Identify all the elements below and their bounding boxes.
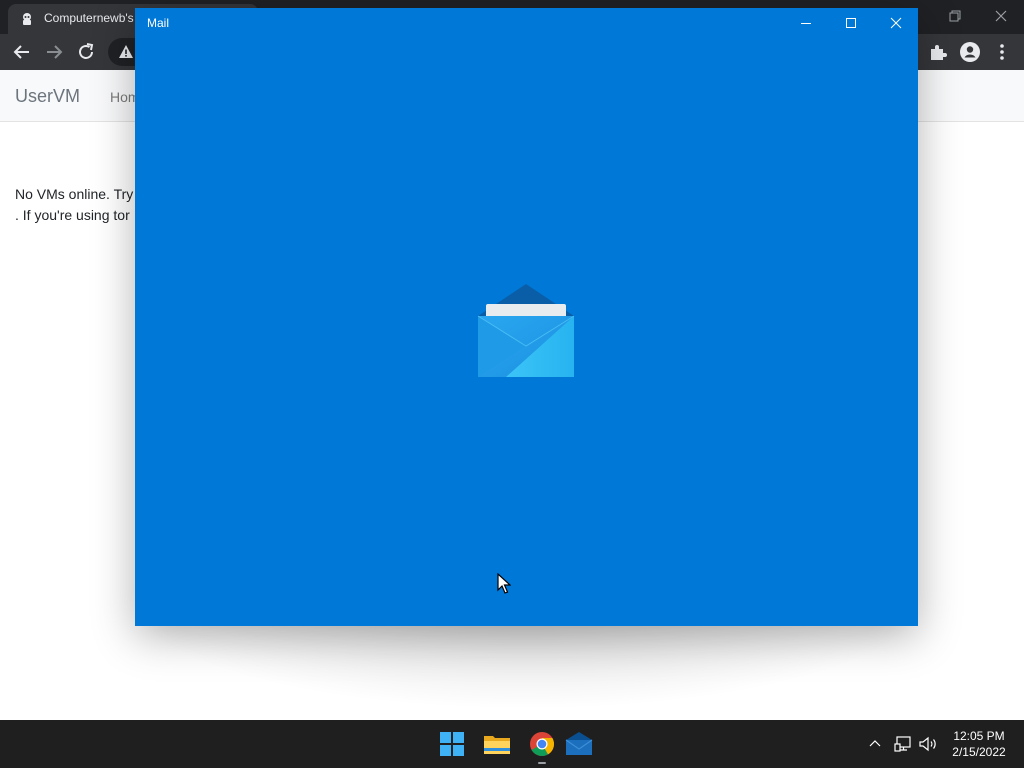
message-line-2: . If you're using tor [15, 207, 130, 223]
windows-start-icon[interactable] [436, 728, 468, 760]
reload-icon[interactable] [74, 40, 98, 64]
mail-icon[interactable] [563, 728, 595, 760]
site-message: No VMs online. Try . If you're using tor [15, 184, 133, 226]
minimize-icon [801, 23, 811, 24]
site-favicon-icon [23, 13, 31, 25]
file-explorer-icon[interactable] [481, 728, 513, 760]
close-icon [995, 10, 1007, 22]
taskbar: 12:05 PM 2/15/2022 [0, 720, 1024, 768]
chrome-icon[interactable] [526, 728, 558, 760]
maximize-icon [846, 18, 856, 28]
tab-title: Computernewb's [44, 11, 134, 25]
forward-arrow-icon[interactable] [42, 40, 66, 64]
browser-close-button[interactable] [978, 4, 1024, 28]
extensions-icon[interactable] [926, 40, 950, 64]
mail-window: Mail [135, 8, 918, 626]
warning-icon[interactable] [118, 44, 134, 60]
volume-icon[interactable] [918, 735, 938, 753]
system-clock[interactable]: 12:05 PM 2/15/2022 [944, 728, 1014, 760]
window-title: Mail [147, 16, 170, 30]
chevron-up-icon[interactable] [868, 736, 882, 750]
mouse-cursor-icon [497, 573, 511, 594]
message-line-1: No VMs online. Try [15, 186, 134, 202]
site-brand[interactable]: UserVM [15, 86, 80, 107]
close-button[interactable] [873, 8, 918, 38]
network-icon[interactable] [894, 735, 912, 753]
chrome-running-indicator [538, 762, 546, 764]
profile-icon[interactable] [958, 40, 982, 64]
minimize-button[interactable] [783, 8, 828, 38]
clock-time: 12:05 PM [953, 729, 1005, 743]
mail-envelope-icon [477, 284, 575, 377]
more-menu-icon[interactable] [990, 40, 1014, 64]
maximize-button[interactable] [828, 8, 873, 38]
browser-restore-button[interactable] [932, 4, 978, 28]
close-icon [890, 17, 902, 29]
clock-date: 2/15/2022 [952, 745, 1006, 759]
back-arrow-icon[interactable] [10, 40, 34, 64]
restore-icon [949, 10, 961, 22]
